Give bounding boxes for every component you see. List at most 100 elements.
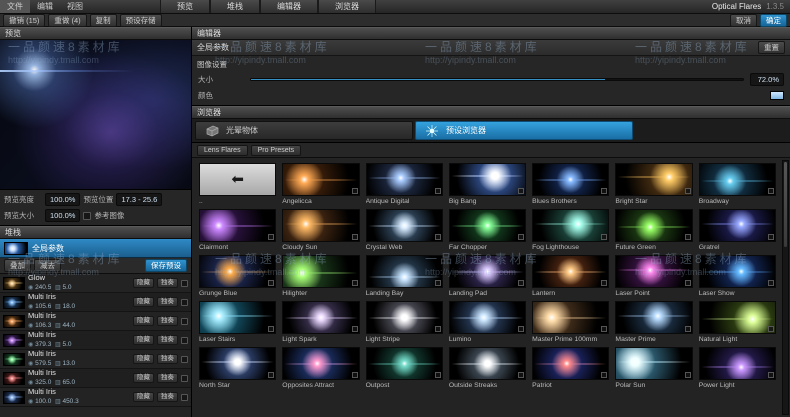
hide-button[interactable]: 隐藏 bbox=[133, 316, 154, 326]
preset-store-button[interactable]: 预设存储 bbox=[120, 14, 162, 27]
preset-item[interactable]: Antique Digital bbox=[366, 163, 443, 205]
stack-item-checkbox[interactable] bbox=[181, 375, 188, 382]
preset-item[interactable]: Laser Show bbox=[699, 255, 776, 297]
preview-brightness-value[interactable]: 100.0% bbox=[45, 193, 80, 206]
solo-button[interactable]: 独奏 bbox=[157, 354, 178, 364]
preset-item[interactable]: Laser Point bbox=[615, 255, 692, 297]
preset-thumbnail[interactable] bbox=[366, 347, 443, 380]
cancel-button[interactable]: 取消 bbox=[730, 14, 757, 27]
redo-button[interactable]: 重做 (4) bbox=[48, 14, 86, 27]
stack-global-row[interactable]: 全局参数 bbox=[0, 239, 191, 258]
preset-thumbnail[interactable] bbox=[282, 255, 359, 288]
tab-flare-objects[interactable]: 光晕物体 bbox=[195, 121, 413, 140]
stack-item-checkbox[interactable] bbox=[181, 337, 188, 344]
preset-thumbnail[interactable] bbox=[699, 347, 776, 380]
solo-button[interactable]: 独奏 bbox=[157, 373, 178, 383]
preset-item[interactable]: Master Prime 100mm bbox=[532, 301, 609, 343]
preset-thumbnail[interactable] bbox=[366, 301, 443, 334]
preset-thumbnail[interactable] bbox=[199, 301, 276, 334]
preview-image[interactable] bbox=[0, 40, 191, 190]
tab-preview[interactable]: 预览 bbox=[160, 0, 210, 13]
preset-thumbnail[interactable] bbox=[366, 163, 443, 196]
back-cell[interactable]: ⬅ .. bbox=[199, 163, 276, 205]
preset-thumbnail[interactable] bbox=[532, 347, 609, 380]
stack-row[interactable]: Multi Iris ◉ 105.6 ▥ 18.0 隐藏 独奏 bbox=[0, 293, 191, 312]
preset-item[interactable]: Crystal Web bbox=[366, 209, 443, 251]
reference-image-checkbox[interactable] bbox=[83, 212, 91, 220]
preset-item[interactable]: Broadway bbox=[699, 163, 776, 205]
stack-row[interactable]: Multi Iris ◉ 106.3 ▥ 44.0 隐藏 独奏 bbox=[0, 312, 191, 331]
preset-thumbnail[interactable] bbox=[615, 163, 692, 196]
blend-add-button[interactable]: 叠加 bbox=[4, 259, 31, 272]
preset-thumbnail[interactable] bbox=[615, 255, 692, 288]
preset-item[interactable]: Bright Star bbox=[615, 163, 692, 205]
preset-item[interactable]: Gratrel bbox=[699, 209, 776, 251]
preset-thumbnail[interactable] bbox=[199, 255, 276, 288]
preset-item[interactable]: Lantern bbox=[532, 255, 609, 297]
reset-button[interactable]: 重置 bbox=[758, 41, 785, 54]
menu-file[interactable]: 文件 bbox=[0, 0, 30, 13]
preset-thumbnail[interactable] bbox=[282, 301, 359, 334]
stack-row[interactable]: Glow ◉ 240.5 ▥ 5.0 隐藏 独奏 bbox=[0, 274, 191, 293]
preset-thumbnail[interactable] bbox=[532, 209, 609, 242]
preset-thumbnail[interactable] bbox=[449, 301, 526, 334]
tab-editor[interactable]: 编辑器 bbox=[260, 0, 318, 13]
browser-scrollbar-thumb[interactable] bbox=[784, 162, 787, 247]
preset-item[interactable]: Grunge Blue bbox=[199, 255, 276, 297]
solo-button[interactable]: 独奏 bbox=[157, 297, 178, 307]
hide-button[interactable]: 隐藏 bbox=[133, 392, 154, 402]
hide-button[interactable]: 隐藏 bbox=[133, 354, 154, 364]
preset-item[interactable]: Hilighter bbox=[282, 255, 359, 297]
preset-thumbnail[interactable] bbox=[449, 347, 526, 380]
preset-item[interactable]: Fog Lighthouse bbox=[532, 209, 609, 251]
stack-row[interactable]: Multi Iris ◉ 325.0 ▥ 65.0 隐藏 独奏 bbox=[0, 369, 191, 388]
breadcrumb-pro-presets[interactable]: Pro Presets bbox=[251, 145, 302, 156]
tab-browser[interactable]: 浏览器 bbox=[318, 0, 376, 13]
tint-color-swatch[interactable] bbox=[770, 91, 784, 100]
preset-thumbnail[interactable] bbox=[282, 209, 359, 242]
preset-item[interactable]: North Star bbox=[199, 347, 276, 389]
preset-item[interactable]: Light Spark bbox=[282, 301, 359, 343]
stack-row[interactable]: Multi Iris ◉ 379.3 ▥ 5.0 隐藏 独奏 bbox=[0, 331, 191, 350]
solo-button[interactable]: 独奏 bbox=[157, 278, 178, 288]
preset-item[interactable]: Laser Stairs bbox=[199, 301, 276, 343]
stack-row[interactable]: Multi Iris ◉ 100.0 ▥ 450.3 隐藏 独奏 bbox=[0, 388, 191, 407]
preset-item[interactable]: Natural Light bbox=[699, 301, 776, 343]
preset-item[interactable]: Outside Streaks bbox=[449, 347, 526, 389]
preview-scale-value[interactable]: 100.0% bbox=[45, 209, 80, 222]
browser-scrollbar[interactable] bbox=[782, 160, 789, 415]
stack-item-checkbox[interactable] bbox=[181, 394, 188, 401]
preset-item[interactable]: Opposites Attract bbox=[282, 347, 359, 389]
preset-item[interactable]: Master Prime bbox=[615, 301, 692, 343]
preset-item[interactable]: Polar Sun bbox=[615, 347, 692, 389]
preset-thumbnail[interactable] bbox=[532, 163, 609, 196]
preset-thumbnail[interactable] bbox=[532, 255, 609, 288]
breadcrumb-lens-flares[interactable]: Lens Flares bbox=[197, 145, 248, 156]
size-slider[interactable] bbox=[250, 78, 744, 81]
hide-button[interactable]: 隐藏 bbox=[133, 297, 154, 307]
preset-item[interactable]: Lumino bbox=[449, 301, 526, 343]
preset-item[interactable]: Clairmont bbox=[199, 209, 276, 251]
stack-item-checkbox[interactable] bbox=[181, 356, 188, 363]
preset-thumbnail[interactable] bbox=[615, 347, 692, 380]
hide-button[interactable]: 隐藏 bbox=[133, 373, 154, 383]
preset-item[interactable]: Angelicca bbox=[282, 163, 359, 205]
copy-button[interactable]: 复制 bbox=[90, 14, 117, 27]
stack-item-checkbox[interactable] bbox=[181, 299, 188, 306]
preset-thumbnail[interactable] bbox=[199, 347, 276, 380]
ok-button[interactable]: 确定 bbox=[760, 14, 787, 27]
preset-item[interactable]: Future Green bbox=[615, 209, 692, 251]
preset-thumbnail[interactable] bbox=[199, 209, 276, 242]
preset-item[interactable]: Big Bang bbox=[449, 163, 526, 205]
size-value[interactable]: 72.0% bbox=[750, 73, 784, 86]
menu-edit[interactable]: 编辑 bbox=[30, 0, 60, 13]
solo-button[interactable]: 独奏 bbox=[157, 392, 178, 402]
stack-item-checkbox[interactable] bbox=[181, 280, 188, 287]
preset-item[interactable]: Cloudy Sun bbox=[282, 209, 359, 251]
preset-thumbnail[interactable] bbox=[532, 301, 609, 334]
stack-item-checkbox[interactable] bbox=[181, 318, 188, 325]
preset-thumbnail[interactable] bbox=[699, 301, 776, 334]
tab-stack[interactable]: 堆栈 bbox=[210, 0, 260, 13]
preset-item[interactable]: Landing Pad bbox=[449, 255, 526, 297]
preset-thumbnail[interactable] bbox=[366, 255, 443, 288]
